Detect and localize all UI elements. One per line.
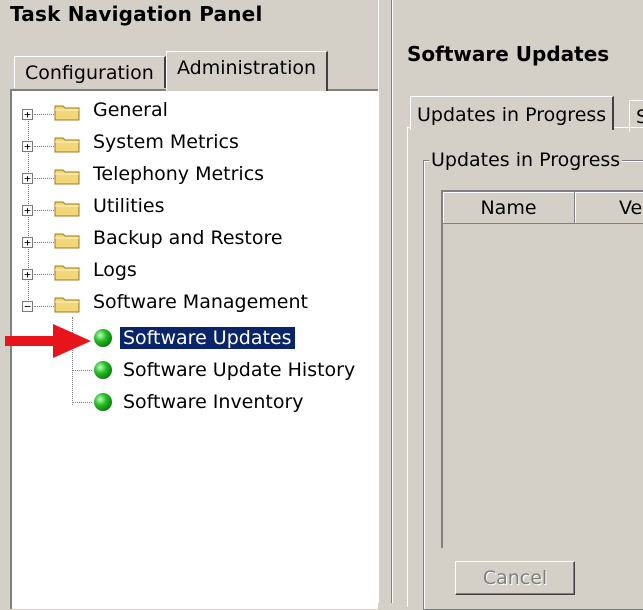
tree-item-label: Telephony Metrics (93, 163, 265, 185)
green-ball-icon (94, 329, 112, 347)
tree-item-label: Utilities (93, 195, 165, 217)
red-arrow-icon (5, 324, 91, 358)
panel-splitter[interactable] (378, 0, 392, 603)
tree-item-label: Software Updates (119, 326, 296, 350)
tree-item-label: Logs (93, 259, 137, 281)
column-header-name[interactable]: Name (443, 192, 575, 224)
green-ball-icon (94, 393, 112, 411)
expand-icon[interactable]: + (22, 173, 33, 184)
tab-updates-in-progress[interactable]: Updates in Progress (410, 96, 615, 130)
tree-item-label: General (93, 99, 168, 121)
folder-icon (54, 201, 80, 217)
folder-icon (54, 105, 80, 121)
expand-icon[interactable]: + (22, 237, 33, 248)
expand-icon[interactable]: + (22, 141, 33, 152)
group-label: Updates in Progress (429, 148, 623, 172)
page-title: Software Updates (407, 42, 610, 66)
tab-configuration[interactable]: Configuration (14, 56, 166, 88)
tree-item-label: Software Management (93, 291, 308, 313)
folder-icon (54, 233, 80, 249)
green-ball-icon (94, 361, 112, 379)
folder-icon (54, 137, 80, 153)
content-panel: Software Updates Updates in Progress S U… (392, 0, 643, 610)
tree-item-label: System Metrics (93, 131, 239, 153)
expand-icon[interactable]: + (22, 205, 33, 216)
collapse-icon[interactable]: − (22, 301, 33, 312)
tree-item-label: Software Update History (123, 359, 356, 381)
expand-icon[interactable]: + (22, 269, 33, 280)
tree-item-label: Backup and Restore (93, 227, 283, 249)
expand-icon[interactable]: + (22, 109, 33, 120)
tree-item-label: Software Inventory (123, 391, 304, 413)
tab-administration[interactable]: Administration (166, 51, 329, 91)
folder-icon (54, 265, 80, 281)
folder-open-icon (54, 297, 80, 313)
cancel-button[interactable]: Cancel (455, 561, 575, 595)
column-header-version[interactable]: Ve (575, 192, 643, 224)
updates-table: Name Ve (441, 190, 643, 548)
folder-icon (54, 169, 80, 185)
tab-next[interactable]: S (629, 100, 643, 132)
panel-title: Task Navigation Panel (10, 2, 263, 26)
task-navigation-panel: Task Navigation Panel Configuration Admi… (0, 0, 378, 609)
